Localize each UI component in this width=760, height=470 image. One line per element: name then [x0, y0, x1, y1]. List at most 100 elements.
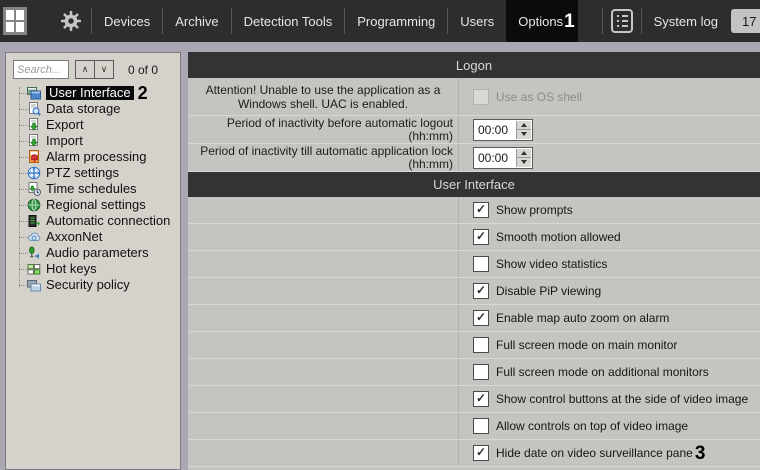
menu-item-users[interactable]: Users — [448, 0, 506, 42]
checkbox-label: Allow controls on top of video image — [496, 419, 688, 433]
sidebar-item-regional-settings[interactable]: Regional settings — [6, 197, 180, 213]
top-menu-bar: Devices Archive Detection Tools Programm… — [0, 0, 760, 42]
app-window: Devices Archive Detection Tools Programm… — [0, 0, 760, 470]
callout-annotation-1: 1 — [564, 12, 575, 31]
option-row-disable-pip: ✓ Disable PiP viewing — [188, 278, 760, 305]
checkbox-label: Hide date on video surveillance pane — [496, 446, 693, 460]
smooth-motion-checkbox[interactable]: ✓ — [473, 229, 489, 245]
sidebar-item-data-storage[interactable]: Data storage — [6, 101, 180, 117]
auto-logout-input[interactable] — [474, 121, 516, 139]
menu-item-label: Options — [518, 14, 563, 29]
section-title: User Interface — [433, 177, 515, 192]
checkbox-label: Disable PiP viewing — [496, 284, 601, 298]
os-shell-row: Attention! Unable to use the application… — [188, 78, 760, 116]
spin-up-button[interactable] — [517, 149, 531, 158]
search-prev-button[interactable]: ∧ — [75, 60, 95, 79]
chevron-down-icon: ∨ — [101, 64, 108, 75]
security-policy-icon — [27, 278, 41, 292]
auto-lock-label: Period of inactivity till automatic appl… — [188, 144, 459, 171]
sidebar-item-label: Alarm processing — [46, 150, 146, 164]
checkbox-label: Enable map auto zoom on alarm — [496, 311, 669, 325]
checkbox-label: Full screen mode on main monitor — [496, 338, 677, 352]
clock-display: 17 — [731, 9, 760, 33]
show-video-statistics-checkbox[interactable] — [473, 256, 489, 272]
spin-down-button[interactable] — [517, 129, 531, 139]
gear-icon[interactable] — [60, 10, 82, 32]
checkbox-label: Use as OS shell — [496, 90, 582, 104]
menu-item-label: Archive — [175, 14, 218, 29]
section-title: Logon — [456, 58, 492, 73]
menu-item-options[interactable]: Options 1 — [506, 0, 577, 42]
menu-item-devices[interactable]: Devices — [92, 0, 162, 42]
search-input[interactable] — [13, 60, 69, 79]
sidebar-item-ptz-settings[interactable]: PTZ settings — [6, 165, 180, 181]
sidebar-item-import[interactable]: Import — [6, 133, 180, 149]
sidebar-item-label: Security policy — [46, 278, 130, 292]
triangle-up-icon — [521, 151, 527, 155]
search-next-button[interactable]: ∨ — [94, 60, 114, 79]
disable-pip-checkbox[interactable]: ✓ — [473, 283, 489, 299]
sidebar-item-hot-keys[interactable]: Hot keys — [6, 261, 180, 277]
sidebar-item-label: Time schedules — [46, 182, 137, 196]
control-buttons-side-checkbox[interactable]: ✓ — [473, 391, 489, 407]
checkbox-label: Show video statistics — [496, 257, 607, 271]
menu-item-programming[interactable]: Programming — [345, 0, 447, 42]
use-as-os-shell-checkbox — [473, 89, 489, 105]
section-header-user-interface: User Interface — [188, 172, 760, 197]
sidebar-item-label: Regional settings — [46, 198, 146, 212]
option-row-hide-date: ✓ Hide date on video surveillance pane 3 — [188, 440, 760, 467]
sidebar-item-time-schedules[interactable]: Time schedules — [6, 181, 180, 197]
fullscreen-main-checkbox[interactable] — [473, 337, 489, 353]
auto-logout-label: Period of inactivity before automatic lo… — [188, 116, 459, 143]
spin-down-button[interactable] — [517, 157, 531, 167]
system-log-button[interactable]: System log — [602, 0, 730, 42]
search-result-count: 0 of 0 — [128, 63, 158, 77]
sidebar-item-label: Hot keys — [46, 262, 97, 276]
callout-annotation-3: 3 — [695, 444, 706, 463]
option-row-smooth-motion: ✓ Smooth motion allowed — [188, 224, 760, 251]
sidebar-item-export[interactable]: Export — [6, 117, 180, 133]
option-row-controls-on-top: Allow controls on top of video image — [188, 413, 760, 440]
options-panel: Logon Attention! Unable to use the appli… — [188, 52, 760, 470]
data-storage-icon — [27, 102, 41, 116]
menu-separator — [602, 8, 603, 34]
os-shell-warning: Attention! Unable to use the application… — [188, 78, 459, 115]
auto-lock-input[interactable] — [474, 149, 516, 167]
menu-item-label: Devices — [104, 14, 150, 29]
user-interface-icon — [27, 86, 41, 100]
sidebar-item-security-policy[interactable]: Security policy — [6, 277, 180, 293]
checkbox-label: Full screen mode on additional monitors — [496, 365, 709, 379]
sidebar-item-audio-parameters[interactable]: Audio parameters — [6, 245, 180, 261]
auto-logout-row: Period of inactivity before automatic lo… — [188, 116, 760, 144]
axxonnet-icon — [27, 230, 41, 244]
sidebar-item-alarm-processing[interactable]: Alarm processing — [6, 149, 180, 165]
option-row-show-prompts: ✓ Show prompts — [188, 197, 760, 224]
callout-annotation-2: 2 — [138, 84, 148, 102]
sidebar-item-user-interface[interactable]: User Interface 2 — [6, 85, 180, 101]
import-icon — [27, 134, 41, 148]
hide-date-checkbox[interactable]: ✓ — [473, 445, 489, 461]
sidebar-item-axxonnet[interactable]: AxxonNet — [6, 229, 180, 245]
chevron-up-icon: ∧ — [82, 64, 89, 75]
option-row-map-auto-zoom: ✓ Enable map auto zoom on alarm — [188, 305, 760, 332]
menu-item-detection-tools[interactable]: Detection Tools — [232, 0, 345, 42]
spin-up-button[interactable] — [517, 121, 531, 130]
time-schedules-icon — [27, 182, 41, 196]
checkbox-label: Show prompts — [496, 203, 573, 217]
sidebar-item-label: Audio parameters — [46, 246, 149, 260]
clock-text: 17 — [742, 14, 756, 29]
controls-on-top-checkbox[interactable] — [473, 418, 489, 434]
hot-keys-icon — [27, 262, 41, 276]
show-prompts-checkbox[interactable]: ✓ — [473, 202, 489, 218]
auto-lock-spinbox — [473, 147, 533, 169]
menu-item-archive[interactable]: Archive — [163, 0, 230, 42]
start-tiles-icon[interactable] — [3, 7, 27, 35]
alarm-processing-icon — [27, 150, 41, 164]
option-row-fullscreen-additional: Full screen mode on additional monitors — [188, 359, 760, 386]
auto-lock-row: Period of inactivity till automatic appl… — [188, 144, 760, 172]
fullscreen-additional-checkbox[interactable] — [473, 364, 489, 380]
map-auto-zoom-checkbox[interactable]: ✓ — [473, 310, 489, 326]
settings-sidebar: ∧ ∨ 0 of 0 User Interface 2 Data storage — [5, 52, 181, 470]
sidebar-item-label: AxxonNet — [46, 230, 102, 244]
sidebar-item-automatic-connection[interactable]: Automatic connection — [6, 213, 180, 229]
